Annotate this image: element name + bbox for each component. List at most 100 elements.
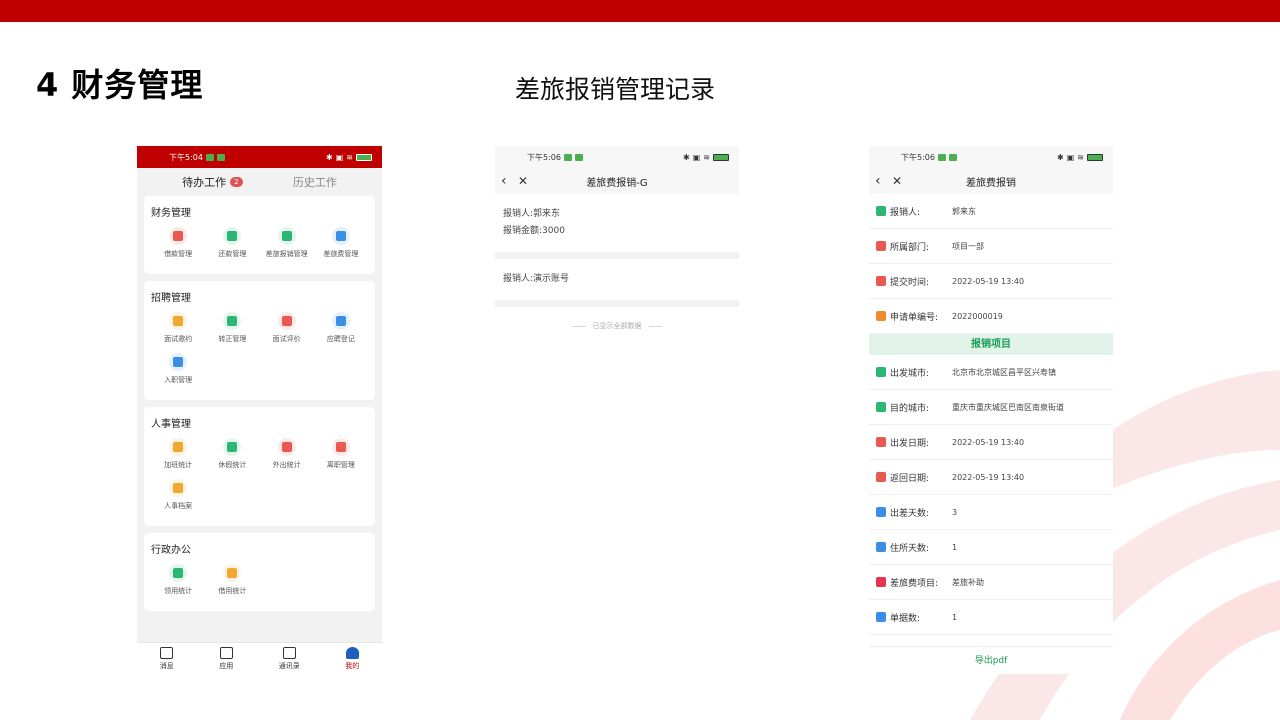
system-icons: ✱ ▣ ≋	[1057, 153, 1103, 162]
module-item[interactable]: 面试评价	[260, 312, 314, 344]
module-item[interactable]: 还款管理	[205, 227, 259, 259]
module-icon	[169, 564, 188, 582]
tab-history[interactable]: 历史工作	[293, 174, 337, 190]
field-label: 出发城市:	[890, 368, 930, 379]
field-icon	[876, 472, 886, 482]
module-icon	[169, 353, 188, 371]
field-value: 2022-05-19 13:40	[952, 437, 1025, 447]
phone-reimbursement-list: 下午5:06 ✱ ▣ ≋ ‹ ✕ 差旅费报销-G 报销人:郭来东 报销金额:3000…	[495, 146, 739, 346]
detail-row: 报销人: 郭来东	[869, 194, 1113, 229]
module-item[interactable]: 差旅费管理	[314, 227, 368, 259]
module-item-label: 休假统计	[218, 461, 247, 469]
module-item-label: 加班统计	[164, 461, 193, 469]
detail-row: 提交时间: 2022-05-19 13:40	[869, 264, 1113, 299]
field-label: 返回日期:	[890, 473, 930, 484]
field-value: 项目一部	[952, 241, 984, 251]
module-card-title: 财务管理	[151, 208, 191, 219]
module-icon	[277, 312, 296, 330]
bottom-nav: 消息 应用 通讯录 我的	[137, 642, 382, 674]
phone-workbench: 下午5:04 ✱ ▣ ≋ 待办工作 2 历史工作 财务管理借款管理 还款管理 差旅报销管…	[137, 146, 382, 674]
module-item[interactable]: 领用统计	[151, 564, 205, 596]
nav-mine[interactable]: 我的	[345, 646, 359, 671]
module-item-label: 人事档案	[164, 502, 193, 510]
nav-contacts[interactable]: 通讯录	[278, 646, 300, 671]
back-icon[interactable]: ‹	[501, 173, 507, 189]
system-icons: ✱ ▣ ≋	[326, 153, 372, 162]
pending-count-badge: 2	[230, 177, 243, 187]
field-icon	[876, 542, 886, 552]
battery-icon	[713, 153, 729, 161]
module-item[interactable]: 转正管理	[205, 312, 259, 344]
module-item-label: 还款管理	[218, 250, 247, 258]
nav-bar: ‹ ✕ 差旅费报销-G	[495, 168, 739, 194]
battery-icon	[356, 153, 372, 161]
field-label: 提交时间:	[890, 277, 930, 288]
phone-reimbursement-detail: 下午5:06 ✱ ▣ ≋ ‹ ✕ 差旅费报销 报销人: 郭来东 所属部门: 项目一部 提交时…	[869, 146, 1113, 674]
field-value: 差旅补助	[952, 577, 984, 587]
work-tabs: 待办工作 2 历史工作	[137, 168, 382, 196]
module-icon	[331, 438, 350, 456]
module-icon	[277, 227, 296, 245]
detail-row: 出发城市: 北京市北京城区昌平区兴寿镇	[869, 355, 1113, 390]
field-value: 2022000019	[952, 311, 1003, 321]
close-icon[interactable]: ✕	[518, 174, 528, 188]
page-title: 差旅费报销-G	[586, 177, 648, 189]
module-icon	[169, 227, 188, 245]
system-icons: ✱ ▣ ≋	[683, 153, 729, 162]
field-label: 差旅费项目:	[890, 578, 939, 589]
close-icon[interactable]: ✕	[892, 174, 902, 188]
module-item[interactable]: 人事档案	[151, 479, 205, 511]
module-item[interactable]: 外出统计	[260, 438, 314, 470]
detail-row: 住所天数: 1	[869, 530, 1113, 565]
module-item[interactable]: 面试邀约	[151, 312, 205, 344]
module-icon	[169, 479, 188, 497]
module-item[interactable]: 借用统计	[205, 564, 259, 596]
tab-pending[interactable]: 待办工作 2	[182, 174, 243, 190]
nav-contacts-label: 通讯录	[278, 661, 300, 670]
module-item-label: 差旅报销管理	[265, 250, 308, 258]
module-item[interactable]: 应聘登记	[314, 312, 368, 344]
list-item[interactable]: 报销人:郭来东 报销金额:3000	[495, 194, 739, 252]
field-value: 2022-05-19 13:40	[952, 472, 1025, 482]
back-icon[interactable]: ‹	[875, 173, 881, 189]
module-item[interactable]: 加班统计	[151, 438, 205, 470]
tab-pending-label: 待办工作	[182, 176, 227, 189]
field-value: 重庆市重庆城区巴南区南泉街道	[952, 402, 1064, 412]
field-icon	[876, 206, 886, 216]
module-item[interactable]: 差旅报销管理	[260, 227, 314, 259]
status-time: 下午5:06	[527, 152, 561, 162]
user-icon	[345, 646, 359, 659]
field-icon	[876, 612, 886, 622]
field-label: 单据数:	[890, 613, 921, 624]
status-bar: 下午5:06 ✱ ▣ ≋	[495, 146, 739, 168]
status-time: 下午5:06	[901, 152, 935, 162]
nav-messages[interactable]: 消息	[159, 646, 174, 671]
field-icon	[876, 276, 886, 286]
battery-icon	[1087, 153, 1103, 161]
module-item[interactable]: 入职管理	[151, 353, 205, 385]
detail-row: 所属部门: 项目一部	[869, 229, 1113, 264]
field-value: 3	[952, 507, 958, 517]
field-icon	[876, 437, 886, 447]
list-item[interactable]: 报销人:演示账号	[495, 259, 739, 300]
field-value: 1	[952, 542, 958, 552]
field-label: 申请单编号:	[890, 312, 939, 323]
module-item[interactable]: 借款管理	[151, 227, 205, 259]
nav-apps[interactable]: 应用	[219, 646, 234, 671]
status-time: 下午5:04	[169, 152, 203, 162]
field-icon	[876, 241, 886, 251]
module-item-label: 借款管理	[164, 250, 193, 258]
module-item-label: 离职管理	[326, 461, 355, 469]
module-card: 招聘管理 面试邀约 转正管理 面试评价 应聘登记 入职管理	[144, 281, 375, 400]
nav-apps-label: 应用	[219, 661, 234, 670]
detail-fields-bottom: 出发城市: 北京市北京城区昌平区兴寿镇 目的城市: 重庆市重庆城区巴南区南泉街道 出发日…	[869, 355, 1113, 635]
field-icon	[876, 507, 886, 517]
module-item-label: 入职管理	[164, 376, 193, 384]
module-item[interactable]: 休假统计	[205, 438, 259, 470]
module-item[interactable]: 离职管理	[314, 438, 368, 470]
export-pdf-button[interactable]: 导出pdf	[869, 646, 1113, 674]
nav-messages-label: 消息	[159, 661, 174, 670]
module-icon	[331, 312, 350, 330]
top-accent-bar	[0, 0, 1280, 22]
field-icon	[876, 402, 886, 412]
